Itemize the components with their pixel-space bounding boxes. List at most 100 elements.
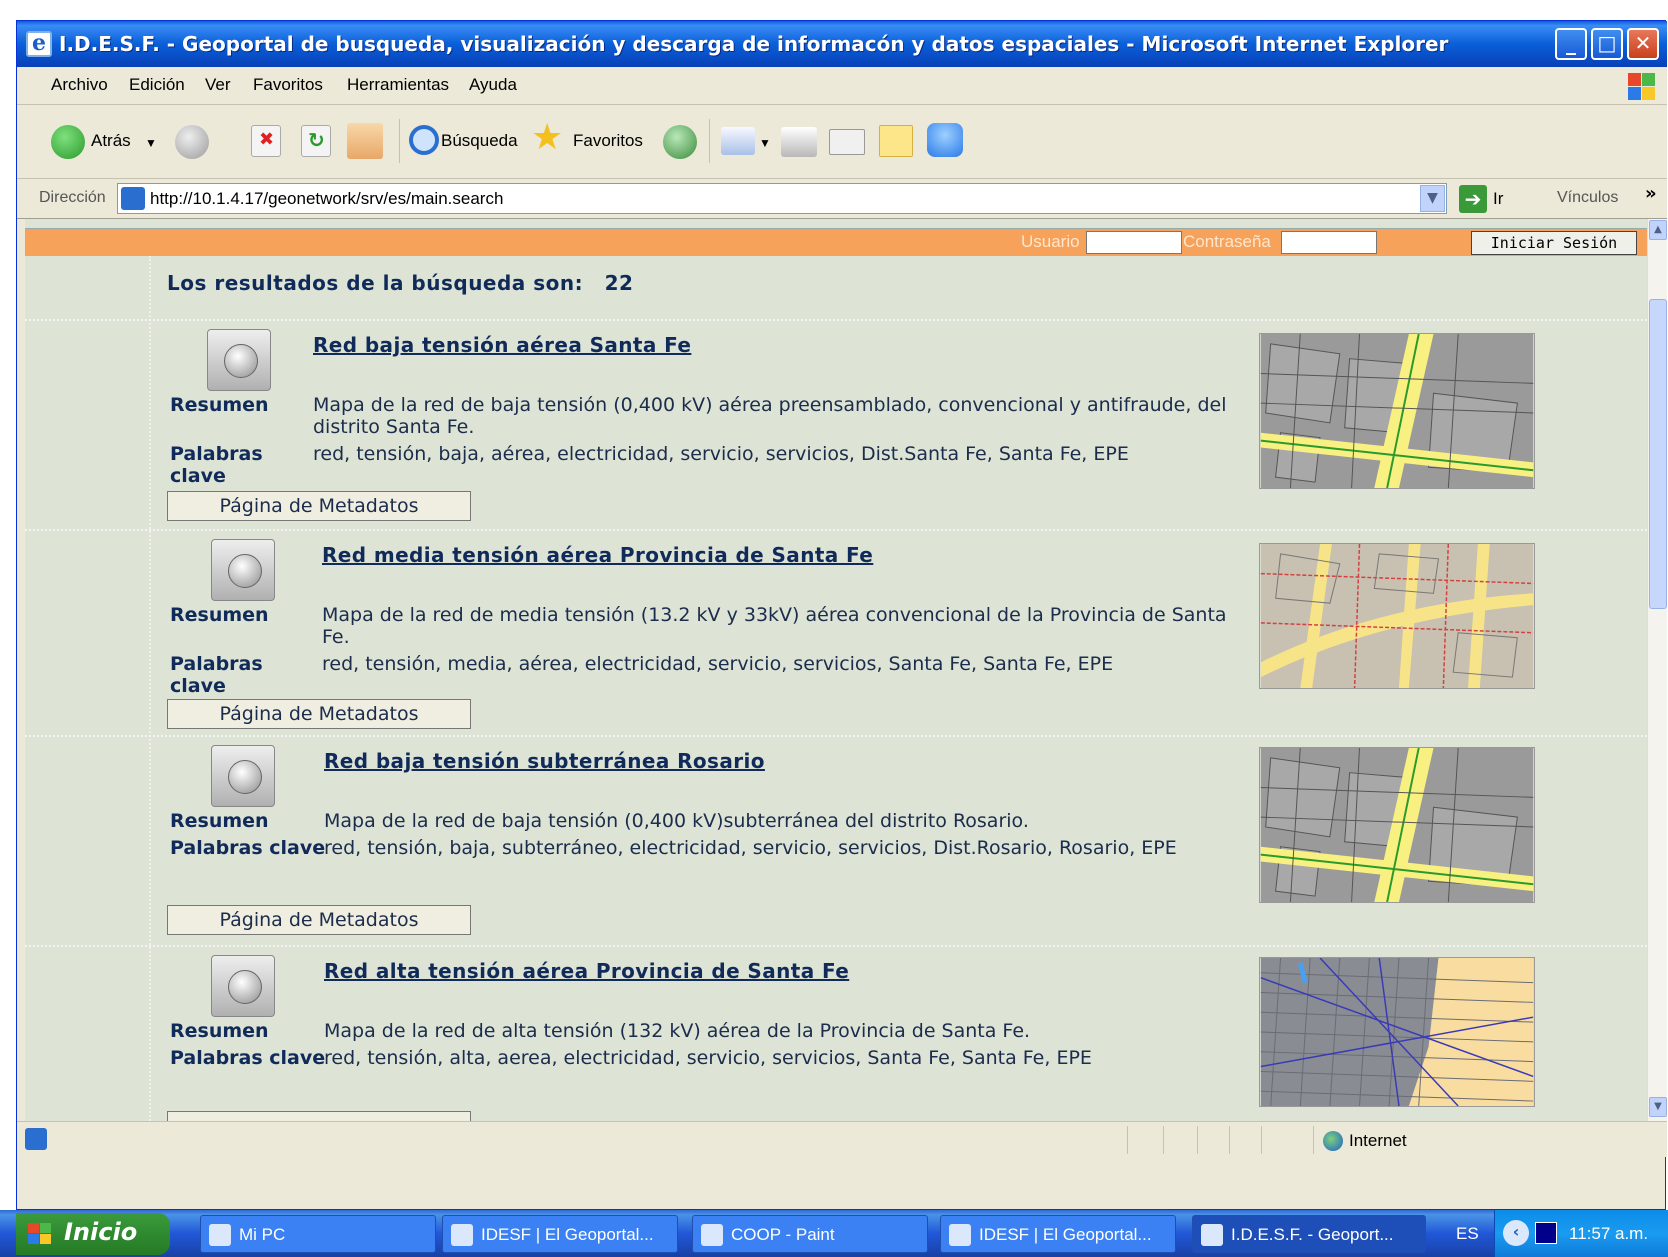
close-button[interactable]: ✕: [1627, 28, 1659, 60]
user-label: Usuario: [1021, 232, 1080, 251]
edit-icon[interactable]: [829, 129, 865, 155]
search-icon[interactable]: [409, 125, 439, 155]
result-title[interactable]: Red baja tensión aérea Santa Fe: [313, 333, 691, 357]
result-summary: Mapa de la red de baja tensión (0,400 kV…: [313, 394, 1227, 438]
row-separator: [25, 529, 1647, 531]
favorites-star-icon[interactable]: ★: [531, 117, 569, 159]
status-divider: [1261, 1126, 1262, 1154]
globe-icon: [207, 329, 271, 391]
metadata-button[interactable]: Página de Metadatos: [167, 699, 471, 729]
password-label: Contraseña: [1183, 232, 1271, 251]
menu-herramientas[interactable]: Herramientas: [347, 75, 449, 95]
menu-ayuda[interactable]: Ayuda: [469, 75, 517, 95]
chevron-right-icon[interactable]: »: [1645, 183, 1657, 204]
address-dropdown-icon[interactable]: ▼: [1420, 185, 1445, 212]
page-icon: [121, 187, 145, 210]
result-title[interactable]: Red media tensión aérea Provincia de San…: [322, 543, 873, 567]
result-keywords: red, tensión, alta, aerea, electricidad,…: [324, 1047, 1092, 1069]
menu-archivo[interactable]: Archivo: [51, 75, 108, 95]
scroll-down-icon[interactable]: ▼: [1649, 1097, 1667, 1117]
menu-favoritos[interactable]: Favoritos: [253, 75, 323, 95]
chevron-left-icon[interactable]: ‹: [1503, 1220, 1529, 1246]
discuss-icon[interactable]: [879, 125, 913, 157]
history-icon[interactable]: [663, 125, 697, 159]
refresh-icon[interactable]: ↻: [301, 125, 331, 157]
results-heading-text: Los resultados de la búsqueda son:: [167, 271, 584, 295]
taskbar-button-idesf-1[interactable]: IDESF | El Geoportal...: [442, 1215, 678, 1253]
taskbar-button-label[interactable]: COOP - Paint: [731, 1225, 835, 1245]
taskbar-button-paint[interactable]: COOP - Paint: [692, 1215, 928, 1253]
taskbar-button-mi-pc[interactable]: Mi PC: [200, 1215, 436, 1253]
login-button[interactable]: Iniciar Sesión: [1471, 231, 1637, 255]
menu-ver[interactable]: Ver: [205, 75, 231, 95]
ie-icon: [949, 1224, 971, 1246]
toolbar: Atrás ▼ ✖ ↻ Búsqueda ★ Favoritos ▼: [17, 105, 1667, 179]
result-title[interactable]: Red baja tensión subterránea Rosario: [324, 749, 765, 773]
tray-app-icon[interactable]: [1535, 1222, 1557, 1244]
title-bar[interactable]: I.D.E.S.F. - Geoportal de busqueda, visu…: [17, 21, 1667, 67]
security-zone: Internet: [1349, 1131, 1407, 1150]
user-input[interactable]: [1086, 231, 1182, 254]
keywords-label: Palabras clave: [170, 653, 263, 697]
map-thumbnail[interactable]: [1259, 543, 1535, 689]
start-button[interactable]: Inicio: [16, 1213, 170, 1255]
map-thumbnail[interactable]: [1259, 333, 1535, 489]
menu-edicion[interactable]: Edición: [129, 75, 185, 95]
forward-arrow-icon[interactable]: [175, 125, 209, 159]
map-thumbnail[interactable]: [1259, 747, 1535, 903]
scroll-thumb[interactable]: [1649, 299, 1667, 609]
back-dropdown-icon[interactable]: ▼: [145, 136, 157, 150]
windows-logo-icon: [1627, 71, 1657, 101]
scroll-up-icon[interactable]: ▲: [1649, 220, 1667, 240]
mail-icon[interactable]: [721, 127, 755, 155]
taskbar-button-label[interactable]: IDESF | El Geoportal...: [481, 1225, 654, 1245]
taskbar-button-active[interactable]: I.D.E.S.F. - Geoport...: [1192, 1215, 1426, 1253]
start-label[interactable]: Inicio: [64, 1218, 137, 1246]
globe-icon: [211, 539, 275, 601]
back-arrow-icon[interactable]: [51, 125, 85, 159]
search-label[interactable]: Búsqueda: [441, 131, 518, 151]
keywords-label: Palabras clave: [170, 837, 326, 859]
toolbar-divider: [709, 119, 710, 163]
metadata-button[interactable]: Página de Metadatos: [167, 905, 471, 935]
metadata-button[interactable]: Página de Metadatos: [167, 491, 471, 521]
summary-label: Resumen: [170, 810, 269, 832]
links-label[interactable]: Vínculos: [1557, 189, 1618, 207]
computer-icon: [209, 1224, 231, 1246]
maximize-button[interactable]: □: [1591, 28, 1623, 60]
result-keywords: red, tensión, media, aérea, electricidad…: [322, 653, 1114, 675]
password-input[interactable]: [1281, 231, 1377, 254]
address-url[interactable]: http://10.1.4.17/geonetwork/srv/es/main.…: [150, 189, 503, 209]
back-label[interactable]: Atrás: [91, 131, 131, 151]
favorites-label[interactable]: Favoritos: [573, 131, 643, 151]
metadata-button[interactable]: [167, 1111, 471, 1121]
map-thumbnail[interactable]: [1259, 957, 1535, 1107]
messenger-icon[interactable]: [927, 123, 963, 157]
stop-icon[interactable]: ✖: [251, 125, 281, 157]
result-title[interactable]: Red alta tensión aérea Provincia de Sant…: [324, 959, 849, 983]
top-nav-strip: [25, 219, 1647, 229]
column-divider: [149, 256, 151, 1121]
taskbar-button-label[interactable]: Mi PC: [239, 1225, 285, 1245]
keywords-label: Palabras clave: [170, 443, 263, 487]
clock[interactable]: 11:57 a.m.: [1569, 1224, 1648, 1244]
taskbar-button-idesf-2[interactable]: IDESF | El Geoportal...: [940, 1215, 1176, 1253]
print-icon[interactable]: [781, 127, 817, 157]
status-divider: [1163, 1126, 1164, 1154]
mail-dropdown-icon[interactable]: ▼: [759, 136, 771, 150]
minimize-button[interactable]: _: [1555, 28, 1587, 60]
window-title: I.D.E.S.F. - Geoportal de busqueda, visu…: [59, 32, 1449, 56]
summary-label: Resumen: [170, 1020, 269, 1042]
status-divider: [1127, 1126, 1128, 1154]
home-icon[interactable]: [347, 123, 383, 159]
taskbar-button-label[interactable]: I.D.E.S.F. - Geoport...: [1231, 1225, 1394, 1245]
taskbar-button-label[interactable]: IDESF | El Geoportal...: [979, 1225, 1152, 1245]
results-count: 22: [604, 271, 634, 295]
go-arrow-icon[interactable]: ➔: [1459, 185, 1487, 213]
address-input[interactable]: http://10.1.4.17/geonetwork/srv/es/main.…: [117, 183, 1447, 214]
vertical-scrollbar[interactable]: ▲ ▼: [1647, 219, 1667, 1121]
summary-label: Resumen: [170, 394, 269, 416]
language-indicator[interactable]: ES: [1456, 1224, 1479, 1244]
go-button[interactable]: Ir: [1493, 189, 1503, 209]
system-tray: ‹ 11:57 a.m.: [1494, 1210, 1668, 1257]
